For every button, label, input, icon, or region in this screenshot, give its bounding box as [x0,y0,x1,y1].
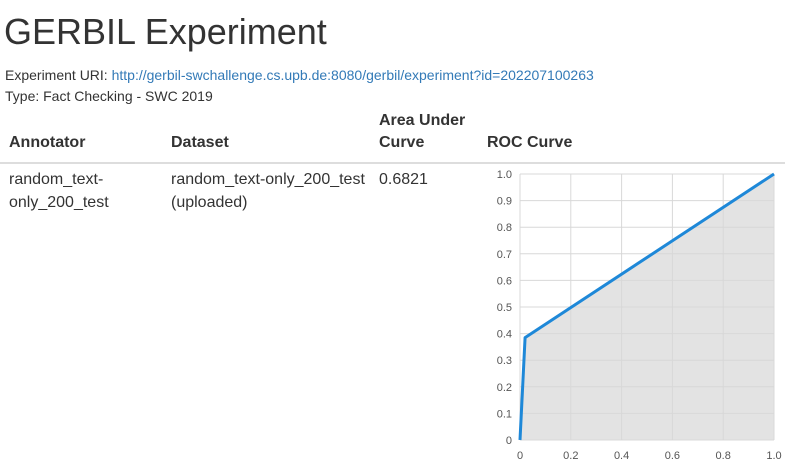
column-header-annotator: Annotator [9,134,86,151]
column-header-auc-line1: Area Under [379,112,466,129]
roc-chart: 0 0.1 0.2 0.3 0.4 0.5 0.6 0.7 0.8 0.9 1.0 0 0.2 0.4 0.… [497,169,782,462]
column-header-dataset: Dataset [171,134,229,151]
x-tick-label: 0.6 [665,450,680,462]
column-header-auc: Area Under Curve [379,110,465,154]
y-tick-label: 0.5 [497,302,512,314]
cell-dataset: random_text-only_200_test (uploaded) [171,168,365,214]
y-tick-label: 1.0 [497,169,512,181]
cell-annotator: random_text- only_200_test [9,168,109,214]
y-tick-label: 0 [506,435,512,447]
y-tick-label: 0.6 [497,275,512,287]
x-tick-label: 0.8 [716,450,731,462]
x-tick-label: 1.0 [766,450,781,462]
y-tick-label: 0.4 [497,329,512,341]
experiment-uri-label: Experiment URI: [5,67,112,83]
cell-annotator-line1: random_text- [9,171,104,188]
page-title: GERBIL Experiment [4,11,327,52]
y-tick-label: 0.7 [497,249,512,261]
y-tick-label: 0.2 [497,382,512,394]
cell-annotator-line2: only_200_test [9,194,109,211]
experiment-uri-line: Experiment URI: http://gerbil-swchalleng… [5,65,594,85]
experiment-uri-link[interactable]: http://gerbil-swchallenge.cs.upb.de:8080… [112,67,594,83]
cell-dataset-line2: (uploaded) [171,194,248,211]
x-tick-label: 0.4 [614,450,629,462]
experiment-page: GERBIL Experiment Experiment URI: http:/… [0,0,785,473]
y-tick-label: 0.9 [497,196,512,208]
column-header-auc-line2: Curve [379,134,425,151]
x-tick-label: 0.2 [563,450,578,462]
y-tick-label: 0.1 [497,408,512,420]
y-tick-label: 0.3 [497,355,512,367]
experiment-type: Type: Fact Checking - SWC 2019 [5,88,213,104]
column-header-roc: ROC Curve [487,134,573,151]
x-tick-label: 0 [517,450,523,462]
cell-auc: 0.6821 [379,171,428,188]
y-tick-label: 0.8 [497,222,512,234]
cell-dataset-line1: random_text-only_200_test [171,171,365,188]
